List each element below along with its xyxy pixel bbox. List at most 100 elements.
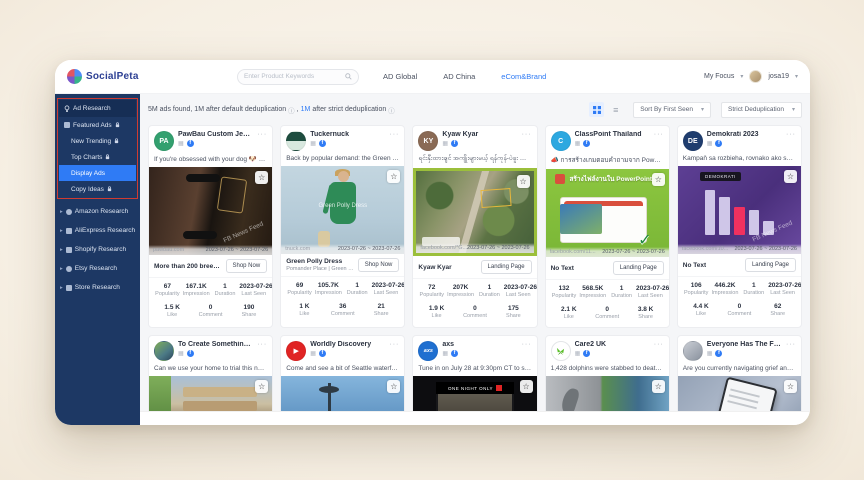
ad-image[interactable]: SEATTLE WASHINGTON ☆: [281, 376, 404, 411]
advertiser-avatar[interactable]: KY: [418, 131, 438, 151]
sidebar-item-display-ads[interactable]: Display Ads: [59, 165, 136, 181]
advertiser-avatar[interactable]: [551, 341, 571, 361]
ad-domain[interactable]: facebook.com/*G...: [420, 245, 467, 251]
advertiser-name[interactable]: axs: [442, 341, 517, 348]
user-avatar[interactable]: [749, 70, 762, 83]
lock-icon: [105, 154, 110, 160]
advertiser-name[interactable]: Everyone Has The Freedom To...: [707, 341, 782, 348]
advertiser-name[interactable]: Kyaw Kyar: [442, 131, 517, 138]
ad-date-range: 2023-07-26 ~ 2023-07-26: [338, 246, 401, 252]
brand-logo[interactable]: SocialPeta: [67, 69, 165, 84]
favorite-star-button[interactable]: ☆: [784, 380, 797, 393]
advertiser-avatar[interactable]: [154, 341, 174, 361]
advertiser-name[interactable]: To Create Something Exceptio...: [178, 341, 253, 348]
my-focus-menu[interactable]: My Focus: [704, 73, 734, 80]
more-menu-button[interactable]: ···: [522, 341, 532, 348]
sidebar-item-store-research[interactable]: ▸ Store Research: [55, 278, 140, 297]
stat-value: 1.5 K: [153, 304, 191, 311]
stat-value: 67: [153, 283, 182, 290]
nav-ad-global[interactable]: AD Global: [383, 72, 417, 81]
advertiser-avatar[interactable]: [683, 341, 703, 361]
sort-by-dropdown[interactable]: Sort By First Seen ▾: [633, 102, 711, 118]
list-view-button[interactable]: ≡: [608, 102, 623, 117]
advertiser-name[interactable]: Tuckernuck: [310, 131, 385, 138]
nav-ad-china[interactable]: AD China: [443, 72, 475, 81]
ad-image[interactable]: ☆: [149, 376, 272, 411]
advertiser-avatar[interactable]: ▶: [286, 341, 306, 361]
stat-label: Comment: [324, 311, 362, 317]
more-menu-button[interactable]: ···: [257, 131, 267, 138]
stat-value: 1: [475, 284, 504, 291]
amazon-icon: [66, 209, 72, 215]
favorite-star-button[interactable]: ☆: [387, 170, 400, 183]
ad-domain[interactable]: tnuck.com: [285, 246, 310, 252]
advertiser-avatar[interactable]: [286, 131, 306, 151]
more-menu-button[interactable]: ···: [257, 341, 267, 348]
advertiser-avatar[interactable]: DE: [683, 131, 703, 151]
chevron-down-icon: ▾: [701, 106, 704, 113]
ad-image[interactable]: ☆ facebook.com/*G... 2023-07-26 ~ 2023-0…: [413, 168, 536, 256]
shop-now-button[interactable]: Shop Now: [226, 259, 268, 273]
more-menu-button[interactable]: ···: [389, 341, 399, 348]
advertiser-name[interactable]: Worldly Discovery: [310, 341, 385, 348]
favorite-star-button[interactable]: ☆: [784, 170, 797, 183]
more-menu-button[interactable]: ···: [522, 131, 532, 138]
more-menu-button[interactable]: ···: [654, 131, 664, 138]
search-input[interactable]: [244, 73, 341, 80]
ad-image[interactable]: ☆: [546, 376, 669, 411]
ad-domain[interactable]: pawbau.com: [153, 247, 184, 253]
advertiser-avatar[interactable]: PA: [154, 131, 174, 151]
sidebar-item-featured-ads[interactable]: Featured Ads: [59, 117, 136, 133]
advertiser-name[interactable]: Demokrati 2023: [707, 131, 782, 138]
sidebar-item-ad-research[interactable]: Ad Research: [59, 100, 136, 117]
landing-page-button[interactable]: Landing Page: [613, 261, 664, 275]
info-icon[interactable]: ⓘ: [288, 105, 295, 115]
grid-view-button[interactable]: [589, 102, 604, 117]
advertiser-name[interactable]: PawBau Custom Jewelry: [178, 131, 253, 138]
favorite-star-button[interactable]: ☆: [255, 171, 268, 184]
nav-ecom-brand[interactable]: eCom&Brand: [501, 72, 546, 81]
advertiser-name[interactable]: Care2 UK: [575, 341, 650, 348]
ad-image[interactable]: DEMOKRATI FB News Feed ☆ facebook.com/10…: [678, 166, 801, 254]
ad-domain[interactable]: facebook.com/11...: [550, 249, 596, 255]
favorite-star-button[interactable]: ☆: [387, 380, 400, 393]
ad-domain[interactable]: facebook.com/10...: [682, 246, 728, 252]
ad-image[interactable]: ☆: [678, 376, 801, 411]
username-menu[interactable]: josa19: [768, 73, 789, 80]
stat-label: Popularity: [153, 291, 182, 297]
favorite-star-button[interactable]: ☆: [652, 173, 665, 186]
landing-page-button[interactable]: Landing Page: [481, 260, 532, 274]
info-icon[interactable]: ⓘ: [388, 105, 395, 115]
sidebar-item-etsy-research[interactable]: ▸ Etsy Research: [55, 259, 140, 278]
ad-image[interactable]: FB News Feed ☆ pawbau.com 2023-07-26 ~ 2…: [149, 167, 272, 255]
favorite-star-button[interactable]: ☆: [652, 380, 665, 393]
ad-image[interactable]: สร้างไฟล์งานใน PowerPoint ✓ ☆ facebook.c…: [546, 169, 669, 257]
sidebar-item-new-trending[interactable]: New Trending: [59, 133, 136, 149]
facebook-icon: f: [187, 140, 194, 147]
favorite-star-button[interactable]: ☆: [520, 380, 533, 393]
sidebar-item-shopify-research[interactable]: ▸ Shopify Research: [55, 240, 140, 259]
dedup-count-link[interactable]: 1M: [301, 106, 311, 113]
ad-image[interactable]: Green Polly Dress ☆ tnuck.com 2023-07-26…: [281, 166, 404, 254]
advertiser-avatar[interactable]: C: [551, 131, 571, 151]
ad-card: To Create Something Exceptio... ▦f ··· C…: [148, 335, 273, 411]
landing-page-button[interactable]: Landing Page: [745, 258, 796, 272]
more-menu-button[interactable]: ···: [389, 131, 399, 138]
sidebar-item-aliexpress-research[interactable]: ▸ AliExpress Research: [55, 221, 140, 240]
advertiser-name[interactable]: ClassPoint Thailand: [575, 131, 650, 138]
more-menu-button[interactable]: ···: [786, 341, 796, 348]
more-menu-button[interactable]: ···: [786, 131, 796, 138]
ad-text: Can we use your home to trial this new s…: [149, 363, 272, 376]
sidebar-item-copy-ideas[interactable]: Copy Ideas: [59, 181, 136, 197]
product-search[interactable]: [237, 69, 359, 85]
sidebar-item-amazon-research[interactable]: ▸ Amazon Research: [55, 202, 140, 221]
deduplication-dropdown[interactable]: Strict Deduplication ▾: [721, 102, 802, 118]
favorite-star-button[interactable]: ☆: [255, 380, 268, 393]
play-icon: ▶: [293, 347, 298, 355]
advertiser-avatar[interactable]: axs: [418, 341, 438, 361]
shop-now-button[interactable]: Shop Now: [358, 258, 400, 272]
sidebar-item-top-charts[interactable]: Top Charts: [59, 149, 136, 165]
favorite-star-button[interactable]: ☆: [517, 175, 530, 188]
more-menu-button[interactable]: ···: [654, 341, 664, 348]
ad-image[interactable]: ONE NIGHT ONLY ☆: [413, 376, 536, 411]
